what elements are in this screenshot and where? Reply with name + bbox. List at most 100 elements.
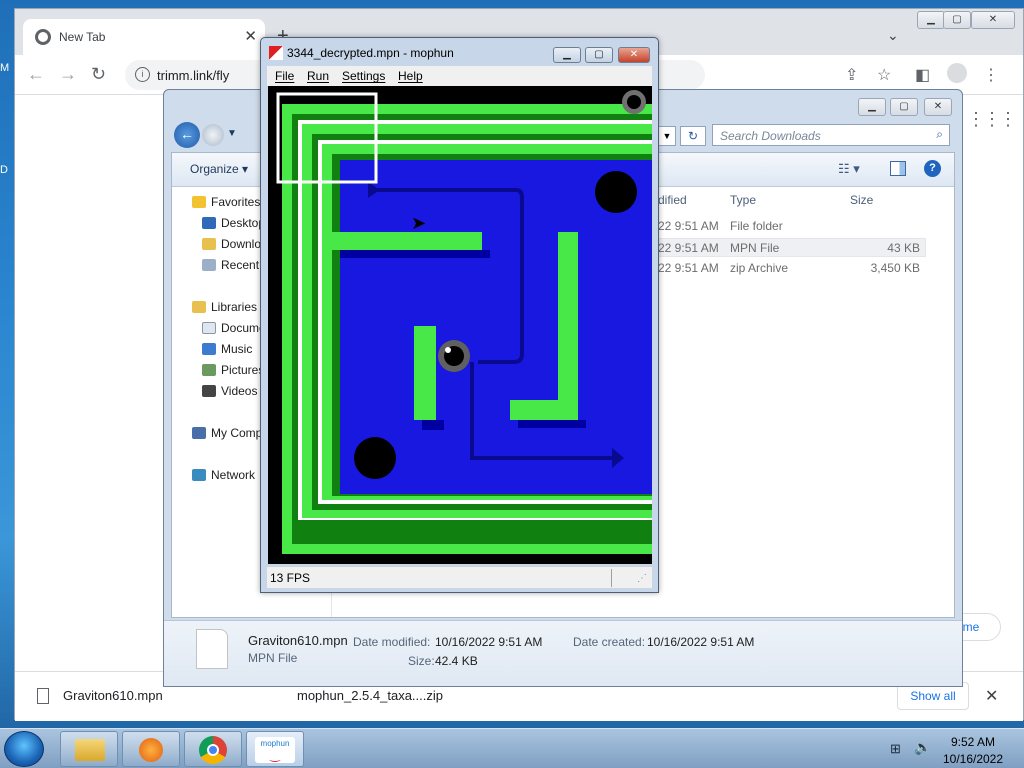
forward-arrow-icon[interactable] [202, 124, 224, 146]
profile-avatar-icon[interactable] [947, 63, 967, 83]
sidebar-label: Favorites [211, 195, 261, 209]
sidebar-label: Pictures [221, 363, 265, 377]
clock[interactable]: 9:52 AM 10/16/2022 [942, 735, 1004, 766]
sidebar-item-libraries[interactable]: Libraries [192, 300, 257, 314]
file-modified: 22 9:51 AM [658, 219, 719, 233]
window-title: 3344_decrypted.mpn - mophun [287, 46, 454, 60]
chrome-favicon-icon [35, 29, 51, 45]
bookmark-star-icon[interactable]: ☆ [877, 65, 891, 85]
mophun-title: 3344_decrypted.mpn - mophun [269, 46, 454, 60]
file-row[interactable]: 22 9:51 AM zip Archive 3,450 KB [650, 259, 926, 278]
menu-run[interactable]: Run [307, 69, 329, 83]
refresh-icon[interactable]: ↻ [680, 126, 706, 146]
search-icon[interactable]: ⌕ [936, 127, 943, 142]
sidebar-label: Libraries [211, 300, 258, 314]
recent-pages-chevron-icon[interactable]: ▼ [227, 128, 237, 139]
help-icon[interactable]: ? [924, 160, 941, 177]
download-item[interactable]: mophun_2.5.4_taxa....zip [297, 688, 443, 703]
close-button[interactable]: ✕ [618, 47, 650, 63]
address-dropdown-icon[interactable]: ▼ [658, 126, 676, 146]
menu-help[interactable]: Help [398, 69, 423, 83]
clock-date: 10/16/2022 [942, 752, 1004, 766]
views-icon[interactable]: ☷ ▾ [838, 161, 860, 177]
maze-wall [332, 232, 482, 250]
sidebar-label: Desktop [221, 216, 266, 230]
folder-icon [75, 739, 105, 761]
mophun-app-icon [269, 46, 283, 60]
network-tray-icon[interactable]: ⊞ [890, 741, 901, 757]
star-icon [192, 196, 206, 208]
file-row[interactable]: 22 9:51 AM MPN File 43 KB [650, 238, 926, 257]
close-button[interactable]: ✕ [971, 11, 1015, 29]
close-tab-icon[interactable]: ✕ [244, 27, 257, 45]
resize-grip-icon[interactable]: ⋰ [637, 573, 647, 584]
taskbar-mophun-button[interactable]: mophun ‿ [246, 731, 304, 767]
sidebar-item-videos[interactable]: Videos [202, 384, 257, 398]
sidebar-item-music[interactable]: Music [202, 342, 252, 356]
date-created-value: 10/16/2022 9:51 AM [647, 635, 755, 649]
side-panel-icon[interactable]: ◧ [915, 65, 930, 85]
recent-places-icon [202, 259, 216, 271]
mophun-window: 3344_decrypted.mpn - mophun ▁ ▢ ✕ File R… [260, 37, 659, 593]
file-size: 3,450 KB [870, 261, 920, 275]
taskbar-media-player-button[interactable] [122, 731, 180, 767]
apps-grid-icon[interactable]: ⋮⋮⋮ [967, 109, 1017, 130]
share-icon[interactable]: ⇪ [845, 65, 858, 85]
file-type: File folder [730, 219, 783, 233]
back-arrow-icon[interactable]: ← [174, 122, 200, 148]
mophun-logo-text: mophun [260, 739, 290, 748]
site-info-icon[interactable]: i [135, 67, 150, 82]
menu-dots-icon[interactable]: ⋮ [983, 65, 999, 85]
sidebar-item-favorites[interactable]: Favorites [192, 195, 260, 209]
file-size: 43 KB [887, 241, 920, 255]
maximize-button[interactable]: ▢ [943, 11, 971, 29]
tab-search-chevron-icon[interactable]: ⌄ [887, 27, 899, 44]
folder-icon [202, 238, 216, 250]
file-type: zip Archive [730, 261, 789, 275]
size-label: Size: [408, 654, 435, 668]
close-button[interactable]: ✕ [924, 98, 952, 116]
maximize-button[interactable]: ▢ [890, 98, 918, 116]
menu-settings[interactable]: Settings [342, 69, 385, 83]
sidebar-label: Network [211, 468, 256, 482]
menu-bar: File Run Settings Help [267, 66, 652, 86]
sidebar-item-pictures[interactable]: Pictures [202, 363, 264, 377]
download-item[interactable]: Graviton610.mpn [63, 688, 163, 703]
details-filename: Graviton610.mpn [248, 633, 348, 648]
column-header-type[interactable]: Type [730, 193, 756, 207]
maximize-button[interactable]: ▢ [585, 47, 613, 63]
close-downloads-bar-icon[interactable]: ✕ [985, 686, 998, 706]
menu-file[interactable]: File [275, 69, 294, 83]
desktop-icon-label[interactable]: D [0, 164, 8, 176]
forward-arrow-icon[interactable]: → [59, 64, 77, 85]
preview-pane-icon[interactable] [890, 161, 906, 176]
file-row[interactable]: 22 9:51 AM File folder [650, 217, 926, 236]
file-modified: 22 9:51 AM [658, 261, 719, 275]
taskbar-explorer-button[interactable] [60, 731, 118, 767]
minimize-button[interactable]: ▁ [553, 47, 581, 63]
desktop-icon-label[interactable]: M [0, 62, 9, 74]
size-value: 42.4 KB [435, 654, 478, 668]
url-text[interactable]: trimm.link/fly [157, 68, 229, 83]
organize-button[interactable]: Organize ▾ [190, 162, 248, 176]
network-icon [192, 469, 206, 481]
computer-icon [192, 427, 206, 439]
search-input[interactable]: Search Downloads ⌕ [712, 124, 950, 146]
minimize-button[interactable]: ▁ [858, 98, 886, 116]
taskbar-chrome-button[interactable] [184, 731, 242, 767]
maze-game-canvas[interactable] [268, 86, 652, 564]
start-button[interactable] [4, 731, 44, 767]
column-header-size[interactable]: Size [850, 193, 873, 207]
tab-new-tab[interactable]: New Tab ✕ [23, 19, 265, 55]
reload-icon[interactable]: ↻ [91, 64, 106, 85]
file-modified: 22 9:51 AM [658, 241, 719, 255]
column-header-modified[interactable]: dified [658, 193, 687, 207]
back-arrow-icon[interactable]: ← [27, 64, 45, 85]
volume-tray-icon[interactable]: 🔈 [914, 739, 931, 756]
sidebar-item-network[interactable]: Network [192, 468, 255, 482]
game-screen[interactable] [268, 86, 652, 564]
sidebar-item-recent[interactable]: Recent [202, 258, 259, 272]
sidebar-item-desktop[interactable]: Desktop [202, 216, 265, 230]
minimize-button[interactable]: ▁ [917, 11, 945, 29]
date-created-label: Date created: [573, 635, 646, 649]
